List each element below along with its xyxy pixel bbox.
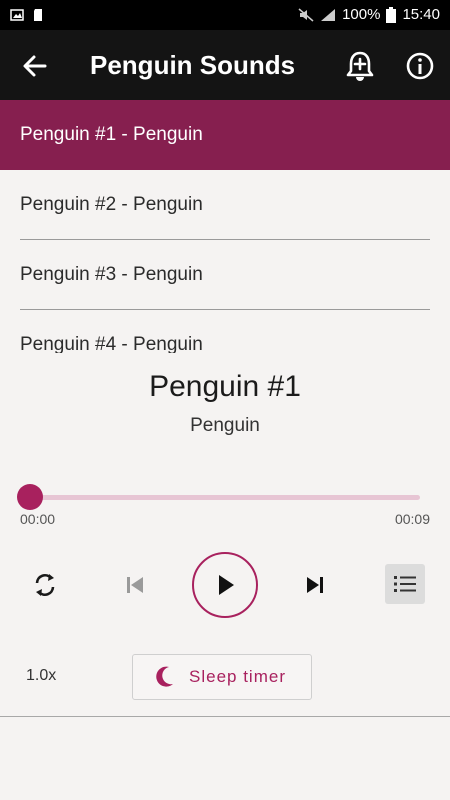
- alarm-add-icon[interactable]: [342, 48, 378, 84]
- seek-thumb[interactable]: [17, 484, 43, 510]
- signal-icon: [321, 8, 336, 21]
- list-item[interactable]: Penguin #4 - Penguin: [0, 310, 450, 353]
- divider: [0, 716, 450, 717]
- seek-bar[interactable]: [17, 484, 420, 510]
- page-title: Penguin Sounds: [90, 50, 296, 80]
- list-item-label: Penguin #2 - Penguin: [20, 194, 203, 215]
- mute-icon: [298, 7, 314, 22]
- list-item[interactable]: Penguin #2 - Penguin: [0, 170, 450, 240]
- clock: 15:40: [402, 6, 440, 23]
- list-item-label: Penguin #3 - Penguin: [20, 264, 203, 285]
- status-bar: 100% 15:40: [0, 0, 450, 30]
- next-button[interactable]: [298, 568, 332, 602]
- list-icon: [394, 576, 416, 592]
- battery-icon: [386, 6, 397, 23]
- repeat-icon: [35, 574, 55, 596]
- repeat-button[interactable]: [26, 566, 64, 604]
- moon-icon: [156, 666, 173, 687]
- skip-next-icon: [307, 577, 323, 593]
- skip-previous-icon: [127, 577, 143, 593]
- status-left-icons: [10, 8, 44, 22]
- arrow-left-icon[interactable]: [18, 49, 52, 83]
- sleep-timer-button[interactable]: Sleep timer: [132, 654, 312, 700]
- app-bar: Penguin Sounds: [0, 30, 450, 100]
- info-icon[interactable]: [402, 48, 438, 84]
- current-time: 00:00: [20, 511, 56, 527]
- track-subtitle: Penguin: [190, 415, 260, 436]
- sleep-timer-label: Sleep timer: [189, 667, 286, 686]
- playlist: Penguin #1 - Penguin Penguin #2 - Pengui…: [0, 100, 450, 353]
- track-title: Penguin #1: [149, 370, 301, 403]
- status-right: 100% 15:40: [298, 6, 440, 23]
- battery-percent: 100%: [342, 6, 381, 23]
- play-icon: [219, 575, 234, 595]
- storage-notification-icon: [34, 9, 42, 21]
- previous-button[interactable]: [118, 568, 152, 602]
- total-time: 00:09: [394, 511, 430, 527]
- playlist-toggle-button[interactable]: [385, 564, 425, 604]
- play-button[interactable]: [192, 552, 258, 618]
- list-item-label: Penguin #4 - Penguin: [20, 334, 203, 353]
- image-notification-icon: [10, 9, 24, 21]
- list-item[interactable]: Penguin #3 - Penguin: [0, 240, 450, 310]
- list-item-label: Penguin #1 - Penguin: [20, 124, 203, 145]
- playback-speed[interactable]: 1.0x: [26, 667, 56, 685]
- list-item[interactable]: Penguin #1 - Penguin: [0, 100, 450, 170]
